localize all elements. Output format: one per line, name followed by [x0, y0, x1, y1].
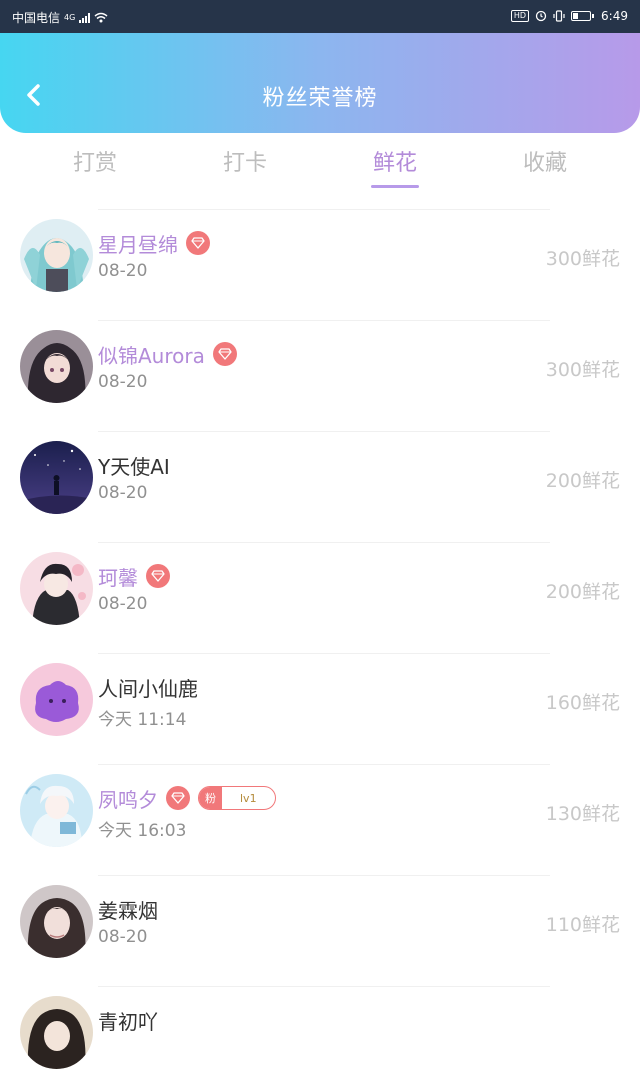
- signal-bars-icon: [79, 12, 91, 23]
- avatar[interactable]: [20, 885, 93, 958]
- fan-tag: 粉: [199, 787, 222, 809]
- fan-list: 星月昼绵 08-20 300鲜花 似锦Aurora 08-20 300鲜花 Y天…: [0, 200, 640, 1088]
- diamond-badge: [186, 231, 210, 255]
- battery-icon: [571, 11, 595, 21]
- name-line: Y天使AI: [98, 451, 170, 480]
- row-divider: [98, 542, 550, 543]
- username[interactable]: 姜霖烟: [98, 895, 158, 924]
- list-item[interactable]: 姜霖烟 08-20 110鲜花: [0, 866, 640, 977]
- username[interactable]: 夙鸣夕: [98, 784, 158, 813]
- flower-amount: 300鲜花: [545, 359, 620, 381]
- name-line: 青初吖: [98, 1006, 158, 1035]
- night-sky-avatar-icon: [20, 441, 93, 514]
- username[interactable]: 人间小仙鹿: [98, 673, 198, 702]
- list-item[interactable]: 似锦Aurora 08-20 300鲜花: [0, 311, 640, 422]
- list-item[interactable]: 夙鸣夕 粉 lv1 今天 16:03 130鲜花: [0, 755, 640, 866]
- avatar[interactable]: [20, 774, 93, 847]
- anime-girl-dark-avatar-icon: [20, 330, 93, 403]
- name-line: 姜霖烟: [98, 895, 158, 924]
- username[interactable]: 星月昼绵: [98, 229, 178, 258]
- diamond-badge: [146, 564, 170, 588]
- status-time: 6:49: [601, 9, 628, 23]
- row-divider: [98, 431, 550, 432]
- row-divider: [98, 653, 550, 654]
- girl-photo-avatar-icon: [20, 885, 93, 958]
- date-label: 08-20: [98, 594, 148, 614]
- date-label: 08-20: [98, 261, 148, 281]
- row-divider: [98, 986, 550, 987]
- fan-level-badge: 粉 lv1: [198, 786, 276, 810]
- date-label: 今天 16:03: [98, 821, 187, 841]
- list-item[interactable]: 人间小仙鹿 今天 11:14 160鲜花: [0, 644, 640, 755]
- list-item[interactable]: 珂馨 08-20 200鲜花: [0, 533, 640, 644]
- active-tab-indicator: [371, 185, 419, 188]
- status-right: HD 6:49: [510, 9, 628, 23]
- diamond-icon: [151, 570, 165, 582]
- name-line: 珂馨: [98, 562, 170, 591]
- anime-boy-avatar-icon: [20, 552, 93, 625]
- diamond-icon: [171, 792, 185, 804]
- diamond-icon: [191, 237, 205, 249]
- name-line: 星月昼绵: [98, 229, 210, 258]
- username[interactable]: 珂馨: [98, 562, 138, 591]
- list-item[interactable]: Y天使AI 08-20 200鲜花: [0, 422, 640, 533]
- tab-flowers[interactable]: 鲜花: [320, 145, 470, 177]
- date-label: 今天 11:14: [98, 710, 187, 730]
- tab-favorites[interactable]: 收藏: [470, 145, 620, 177]
- carrier-label: 中国电信: [12, 11, 61, 25]
- row-divider: [98, 209, 550, 210]
- avatar[interactable]: [20, 330, 93, 403]
- flower-amount: 200鲜花: [545, 581, 620, 603]
- alarm-icon: [535, 10, 547, 22]
- anime-girl-teal-avatar-icon: [20, 219, 93, 292]
- tab-bar: 打赏 打卡 鲜花 收藏: [0, 133, 640, 193]
- list-item[interactable]: 星月昼绵 08-20 300鲜花: [0, 200, 640, 311]
- flower-amount: 200鲜花: [545, 470, 620, 492]
- flower-amount: 300鲜花: [545, 248, 620, 270]
- name-line: 似锦Aurora: [98, 340, 237, 369]
- signal-icon: 4G: [64, 13, 76, 22]
- list-item[interactable]: 青初吖: [0, 977, 640, 1088]
- username[interactable]: 似锦Aurora: [98, 340, 205, 369]
- diamond-badge: [212, 342, 237, 366]
- purple-blob-avatar-icon: [20, 663, 93, 736]
- username[interactable]: 青初吖: [98, 1006, 158, 1035]
- date-label: 08-20: [98, 927, 148, 947]
- avatar[interactable]: [20, 441, 93, 514]
- flower-amount: 130鲜花: [545, 803, 620, 825]
- flower-amount: 160鲜花: [545, 692, 620, 714]
- white-hair-boy-avatar-icon: [20, 774, 93, 847]
- date-label: 08-20: [98, 372, 148, 392]
- page-title: 粉丝荣誉榜: [262, 86, 378, 111]
- date-label: 08-20: [98, 483, 148, 503]
- avatar[interactable]: [20, 552, 93, 625]
- flower-amount: 110鲜花: [545, 914, 620, 936]
- avatar[interactable]: [20, 996, 93, 1069]
- status-left: 中国电信 4G: [12, 9, 108, 26]
- partial-avatar-icon: [20, 996, 93, 1069]
- diamond-icon: [218, 348, 232, 360]
- hd-icon: HD: [510, 10, 530, 22]
- tab-checkin[interactable]: 打卡: [170, 145, 320, 177]
- vibrate-icon: [553, 10, 565, 22]
- row-divider: [98, 764, 550, 765]
- avatar[interactable]: [20, 219, 93, 292]
- username[interactable]: Y天使AI: [98, 451, 170, 480]
- wifi-icon: [94, 12, 108, 23]
- tab-reward[interactable]: 打赏: [20, 145, 170, 177]
- row-divider: [98, 875, 550, 876]
- name-line: 夙鸣夕 粉 lv1: [98, 784, 276, 813]
- fan-level: lv1: [240, 791, 257, 805]
- row-divider: [98, 320, 550, 321]
- status-bar: 中国电信 4G HD 6:49: [0, 0, 640, 33]
- name-line: 人间小仙鹿: [98, 673, 198, 702]
- avatar[interactable]: [20, 663, 93, 736]
- diamond-badge: [166, 786, 190, 810]
